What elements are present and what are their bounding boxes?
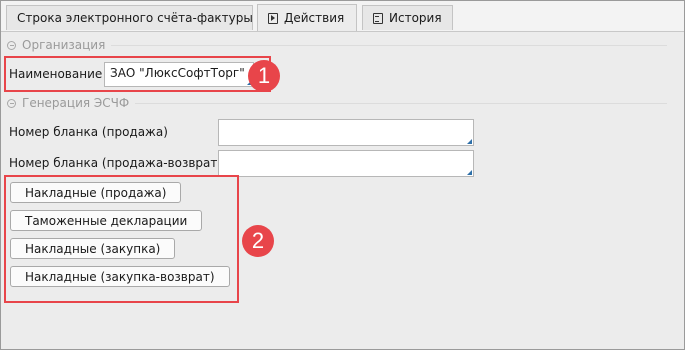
- highlight-frame-1: [4, 56, 271, 92]
- blank-sale-return-label: Номер бланка (продажа-возврат): [9, 156, 223, 170]
- tab-actions[interactable]: Действия: [257, 4, 357, 31]
- group-divider: [111, 44, 667, 46]
- play-icon: [268, 12, 278, 24]
- callout-badge-2: 2: [242, 225, 274, 257]
- group-generation-header[interactable]: Генерация ЭСЧФ: [7, 96, 667, 110]
- tab-bar: Строка электронного счёта-фактуры Действ…: [1, 1, 684, 32]
- collapse-icon: [7, 98, 16, 108]
- tab-invoice-line[interactable]: Строка электронного счёта-фактуры: [6, 5, 253, 30]
- field-corner-marker: [467, 170, 472, 175]
- collapse-icon: [7, 40, 16, 50]
- highlight-frame-2: [4, 175, 239, 303]
- document-form: Строка электронного счёта-фактуры Действ…: [0, 0, 685, 350]
- group-organization-header[interactable]: Организация: [7, 38, 667, 52]
- tab-history[interactable]: История: [362, 5, 453, 30]
- group-generation-title: Генерация ЭСЧФ: [22, 96, 130, 110]
- callout-badge-1: 1: [248, 60, 280, 92]
- tab-history-label: История: [389, 11, 442, 25]
- group-organization-title: Организация: [22, 38, 106, 52]
- tab-invoice-line-label: Строка электронного счёта-фактуры: [17, 11, 253, 25]
- blank-sale-field[interactable]: [218, 119, 474, 146]
- group-divider: [135, 102, 667, 104]
- blank-sale-label: Номер бланка (продажа): [9, 125, 168, 139]
- blank-sale-return-field[interactable]: [218, 150, 474, 177]
- document-icon: [373, 12, 383, 24]
- tab-actions-label: Действия: [284, 11, 345, 25]
- field-corner-marker: [467, 139, 472, 144]
